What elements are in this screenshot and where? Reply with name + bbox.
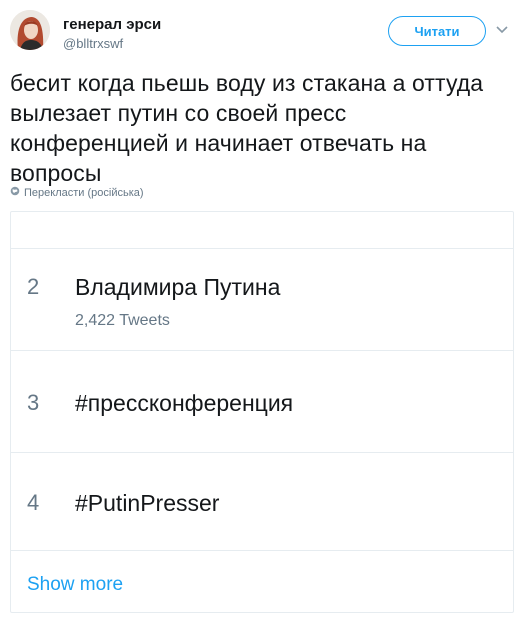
chevron-down-icon[interactable] <box>494 22 510 38</box>
author-handle[interactable]: @blltrxswf <box>63 36 123 51</box>
tweet-text: бесит когда пьешь воду из стакана а отту… <box>10 70 484 186</box>
trend-item[interactable]: 3 #прессконференция <box>11 350 513 453</box>
trend-topic[interactable]: Владимира Путина <box>75 274 280 301</box>
translate-label: Перекласти (російська) <box>24 186 144 199</box>
trend-tweet-count: 2,422 Tweets <box>75 312 170 329</box>
trend-rank: 3 <box>27 390 40 415</box>
avatar[interactable] <box>10 10 50 50</box>
globe-icon <box>10 186 20 199</box>
trends-card: 2 Владимира Путина 2,422 Tweets 3 #пресс… <box>10 211 514 613</box>
trend-topic[interactable]: #прессконференция <box>75 390 293 417</box>
trend-topic[interactable]: #PutinPresser <box>75 490 219 517</box>
follow-button[interactable]: Читати <box>388 16 486 46</box>
trend-rank: 4 <box>27 490 40 515</box>
author-name[interactable]: генерал эрси <box>63 16 161 33</box>
trend-item[interactable]: 4 #PutinPresser <box>11 452 513 551</box>
show-more-link[interactable]: Show more <box>27 574 123 596</box>
tweet-header: генерал эрси @blltrxswf Читати <box>10 10 516 60</box>
trend-rank: 2 <box>27 274 40 299</box>
trend-item[interactable]: 2 Владимира Путина 2,422 Tweets <box>11 248 513 351</box>
translate-link[interactable]: Перекласти (російська) <box>10 186 144 199</box>
trends-card-top <box>11 212 513 249</box>
